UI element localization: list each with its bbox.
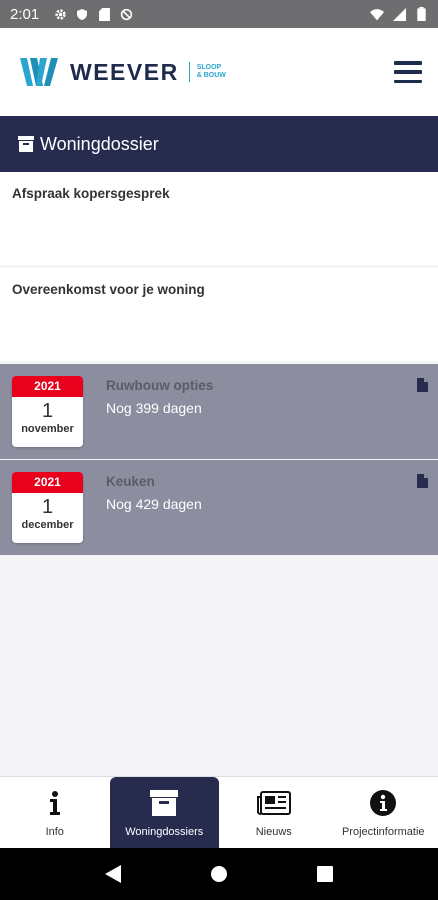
battery-icon [414, 7, 428, 21]
event-row[interactable]: 2021 1 november Ruwbouw opties Nog 399 d… [0, 364, 438, 459]
nav-woningdossiers[interactable]: Woningdossiers [109, 777, 219, 848]
status-time: 2:01 [10, 5, 40, 23]
brand-tagline: SLOOP & BOUW [197, 64, 226, 80]
calendar-year: 2021 [12, 472, 83, 493]
recents-icon[interactable] [315, 864, 335, 884]
nav-nieuws[interactable]: Nieuws [219, 777, 329, 848]
settings-icon [53, 7, 67, 21]
event-title: Ruwbouw opties [106, 378, 214, 393]
brand-divider [188, 62, 190, 82]
calendar-badge: 2021 1 december [12, 472, 83, 543]
hamburger-menu-icon[interactable] [394, 61, 422, 83]
nav-projectinformatie[interactable]: Projectinformatie [329, 777, 438, 848]
calendar-badge: 2021 1 november [12, 376, 83, 447]
bottom-nav: Info Woningdossiers Nieuws Projectinform… [0, 776, 438, 848]
archive-icon [150, 788, 179, 818]
tagline-line2: & BOUW [196, 72, 226, 79]
nav-info[interactable]: Info [0, 777, 110, 848]
page-title: Woningdossier [40, 133, 159, 154]
list-item-title: Afspraak kopersgesprek [12, 186, 170, 201]
shield-icon [75, 7, 89, 21]
home-icon[interactable] [209, 864, 229, 884]
status-bar: 2:01 [0, 0, 438, 28]
weever-logo-icon [20, 58, 58, 86]
nav-woningdossiers-label: Woningdossiers [125, 825, 204, 838]
calendar-year: 2021 [12, 376, 83, 397]
sd-card-icon [97, 7, 111, 21]
info-icon [49, 788, 61, 818]
signal-icon [392, 7, 406, 21]
newspaper-icon [256, 788, 291, 818]
tagline-line1: SLOOP [196, 64, 222, 71]
archive-icon [18, 136, 34, 152]
event-row[interactable]: 2021 1 december Keuken Nog 429 dagen [0, 460, 438, 555]
document-icon[interactable] [417, 378, 428, 392]
wifi-icon [370, 7, 384, 21]
list-item[interactable]: Afspraak kopersgesprek [0, 172, 438, 265]
calendar-month: november [21, 423, 74, 435]
brand-logo[interactable]: WEEVER SLOOP & BOUW [20, 58, 226, 86]
calendar-month: december [21, 519, 74, 531]
calendar-day: 1 [41, 496, 54, 518]
brand-name: WEEVER [70, 58, 179, 85]
app-header: WEEVER SLOOP & BOUW [0, 28, 438, 116]
back-icon[interactable] [103, 864, 123, 884]
nav-info-label: Info [45, 825, 64, 838]
list-item-title: Overeenkomst voor je woning [12, 282, 205, 297]
nav-projectinformatie-label: Projectinformatie [341, 825, 425, 838]
calendar-day: 1 [41, 400, 54, 422]
event-countdown: Nog 429 dagen [106, 496, 202, 512]
data-saver-icon [119, 7, 133, 21]
info-circle-icon [370, 788, 397, 818]
document-icon[interactable] [417, 474, 428, 488]
event-countdown: Nog 399 dagen [106, 400, 202, 416]
nav-nieuws-label: Nieuws [255, 825, 292, 838]
event-title: Keuken [106, 474, 155, 489]
list-item[interactable]: Overeenkomst voor je woning [0, 268, 438, 361]
system-nav-bar [0, 848, 438, 900]
page-title-bar: Woningdossier [0, 116, 438, 172]
